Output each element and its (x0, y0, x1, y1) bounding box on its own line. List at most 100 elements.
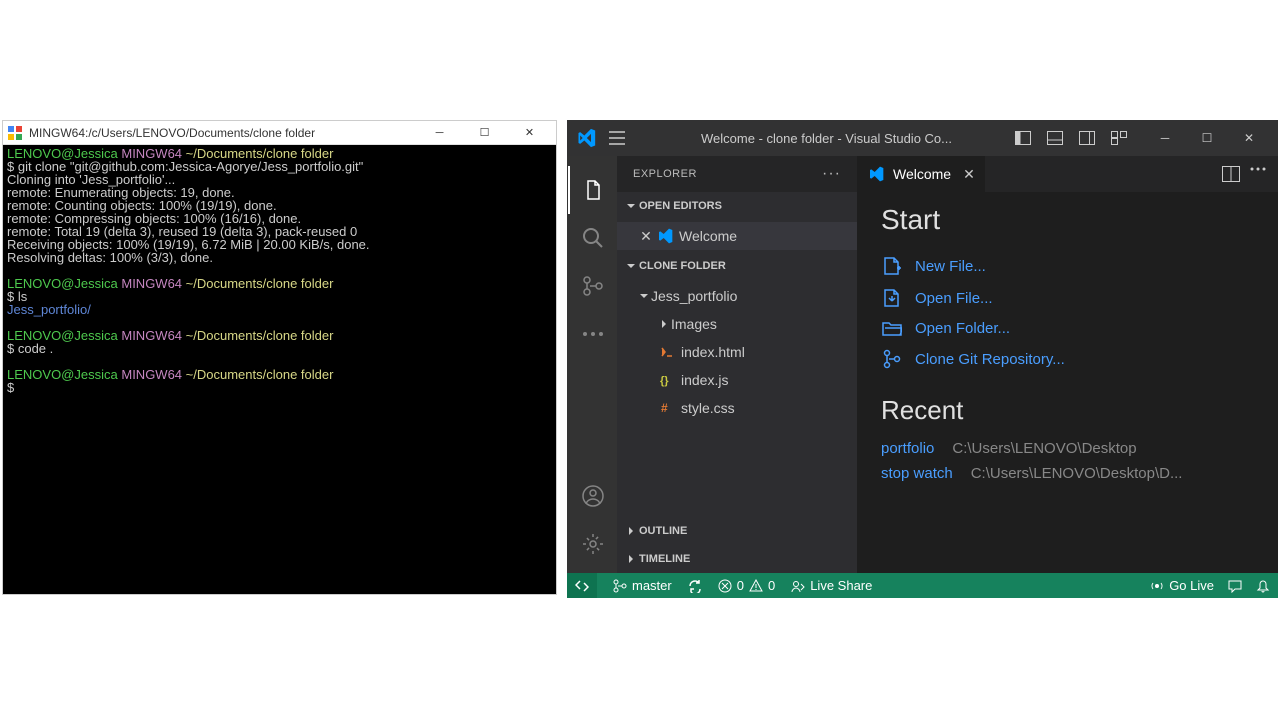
open-file-icon (881, 288, 903, 308)
start-heading: Start (881, 204, 1254, 236)
source-control-activity-icon[interactable] (568, 262, 616, 310)
open-editor-label: Welcome (679, 228, 737, 244)
new-file-icon (881, 256, 903, 276)
close-tab-icon[interactable]: ✕ (963, 166, 975, 183)
vscode-file-icon (867, 166, 885, 182)
more-activity-icon[interactable] (568, 310, 616, 358)
link-label: Clone Git Repository... (915, 351, 1065, 368)
recent-name-link[interactable]: stop watch (881, 465, 953, 482)
prompt-path: ~/Documents/clone folder (186, 367, 334, 382)
terminal-window: MINGW64:/c/Users/LENOVO/Documents/clone … (2, 120, 557, 595)
open-editor-welcome[interactable]: ✕ Welcome (617, 222, 857, 250)
chevron-right-icon (623, 526, 639, 536)
layout-primary-sidebar-icon[interactable] (1008, 123, 1038, 153)
folder-section[interactable]: CLONE FOLDER (617, 252, 857, 280)
file-label: style.css (681, 400, 735, 416)
sync-status[interactable] (688, 579, 702, 593)
timeline-label: TIMELINE (639, 553, 690, 565)
tree-file-style-css[interactable]: # style.css (617, 394, 857, 422)
vscode-titlebar[interactable]: Welcome - clone folder - Visual Studio C… (567, 120, 1278, 156)
tree-file-index-html[interactable]: index.html (617, 338, 857, 366)
status-bar: master 0 0 Live Share Go Live (567, 573, 1278, 598)
new-file-link[interactable]: New File... (881, 250, 1254, 282)
sidebar-title: EXPLORER (633, 168, 822, 180)
html-file-icon (657, 345, 677, 359)
tab-bar: Welcome ✕ (857, 156, 1278, 192)
js-file-icon: {} (657, 373, 677, 387)
maximize-button[interactable]: ☐ (462, 122, 507, 144)
explorer-activity-icon[interactable] (568, 166, 616, 214)
outline-label: OUTLINE (639, 525, 687, 537)
search-activity-icon[interactable] (568, 214, 616, 262)
minimize-button[interactable]: ─ (417, 122, 462, 144)
vscode-window: Welcome - clone folder - Visual Studio C… (567, 120, 1278, 598)
recent-item: portfolio C:\Users\LENOVO\Desktop (881, 436, 1254, 461)
activity-bar (567, 156, 617, 573)
prompt-env: MINGW64 (121, 328, 182, 343)
maximize-button[interactable]: ☐ (1186, 121, 1228, 155)
recent-path: C:\Users\LENOVO\Desktop\D... (971, 465, 1183, 482)
clone-repo-link[interactable]: Clone Git Repository... (881, 343, 1254, 375)
go-live-status[interactable]: Go Live (1150, 578, 1214, 593)
prompt-path: ~/Documents/clone folder (186, 276, 334, 291)
terminal-title: MINGW64:/c/Users/LENOVO/Documents/clone … (29, 126, 417, 140)
file-label: index.js (681, 372, 728, 388)
go-live-label: Go Live (1169, 578, 1214, 593)
open-folder-icon (881, 321, 903, 337)
editor-more-icon[interactable] (1250, 166, 1266, 182)
link-label: Open File... (915, 290, 993, 307)
expand-icon (657, 319, 671, 329)
recent-heading: Recent (881, 395, 1254, 426)
outline-section[interactable]: OUTLINE (617, 517, 857, 545)
prompt-env: MINGW64 (121, 276, 182, 291)
timeline-section[interactable]: TIMELINE (617, 545, 857, 573)
warning-count: 0 (768, 578, 775, 593)
term-output: Resolving deltas: 100% (3/3), done. (7, 251, 552, 264)
tree-folder-images[interactable]: Images (617, 310, 857, 338)
feedback-icon[interactable] (1228, 578, 1242, 593)
tree-folder-root[interactable]: Jess_portfolio (617, 282, 857, 310)
layout-secondary-sidebar-icon[interactable] (1072, 123, 1102, 153)
close-button[interactable]: ✕ (507, 122, 552, 144)
branch-name: master (632, 578, 672, 593)
close-button[interactable]: ✕ (1228, 121, 1270, 155)
welcome-page: Start New File... Open File... Open Fold… (857, 192, 1278, 498)
tree-file-index-js[interactable]: {} index.js (617, 366, 857, 394)
live-share-label: Live Share (810, 578, 872, 593)
live-share-status[interactable]: Live Share (791, 578, 872, 593)
layout-customize-icon[interactable] (1104, 123, 1134, 153)
file-label: index.html (681, 344, 745, 360)
chevron-down-icon (623, 201, 639, 211)
terminal-body[interactable]: LENOVO@Jessica MINGW64 ~/Documents/clone… (3, 145, 556, 594)
tab-welcome[interactable]: Welcome ✕ (857, 156, 985, 192)
layout-panel-icon[interactable] (1040, 123, 1070, 153)
terminal-titlebar[interactable]: MINGW64:/c/Users/LENOVO/Documents/clone … (3, 121, 556, 145)
prompt-path: ~/Documents/clone folder (186, 328, 334, 343)
settings-activity-icon[interactable] (568, 520, 616, 568)
accounts-activity-icon[interactable] (568, 472, 616, 520)
split-editor-icon[interactable] (1222, 166, 1240, 182)
mingw-icon (7, 125, 23, 141)
open-file-link[interactable]: Open File... (881, 282, 1254, 314)
notifications-icon[interactable] (1256, 578, 1270, 593)
sidebar-more-icon[interactable]: ··· (822, 165, 841, 183)
folder-label: Images (671, 316, 717, 332)
hamburger-menu-icon[interactable] (607, 128, 627, 148)
sidebar: EXPLORER ··· OPEN EDITORS ✕ Welcome (617, 156, 857, 573)
remote-indicator-icon[interactable] (567, 573, 597, 598)
problems-status[interactable]: 0 0 (718, 578, 775, 593)
minimize-button[interactable]: ─ (1144, 121, 1186, 155)
branch-status[interactable]: master (613, 578, 672, 593)
close-editor-icon[interactable]: ✕ (637, 228, 655, 245)
prompt-env: MINGW64 (121, 367, 182, 382)
svg-text:#: # (661, 401, 668, 415)
open-editors-section[interactable]: OPEN EDITORS (617, 192, 857, 220)
folder-name-label: CLONE FOLDER (639, 260, 726, 272)
open-folder-link[interactable]: Open Folder... (881, 314, 1254, 343)
recent-name-link[interactable]: portfolio (881, 440, 934, 457)
git-clone-icon (881, 349, 903, 369)
collapse-icon (637, 291, 651, 301)
prompt-user: LENOVO@Jessica (7, 367, 118, 382)
folder-label: Jess_portfolio (651, 288, 737, 304)
recent-item: stop watch C:\Users\LENOVO\Desktop\D... (881, 461, 1254, 486)
